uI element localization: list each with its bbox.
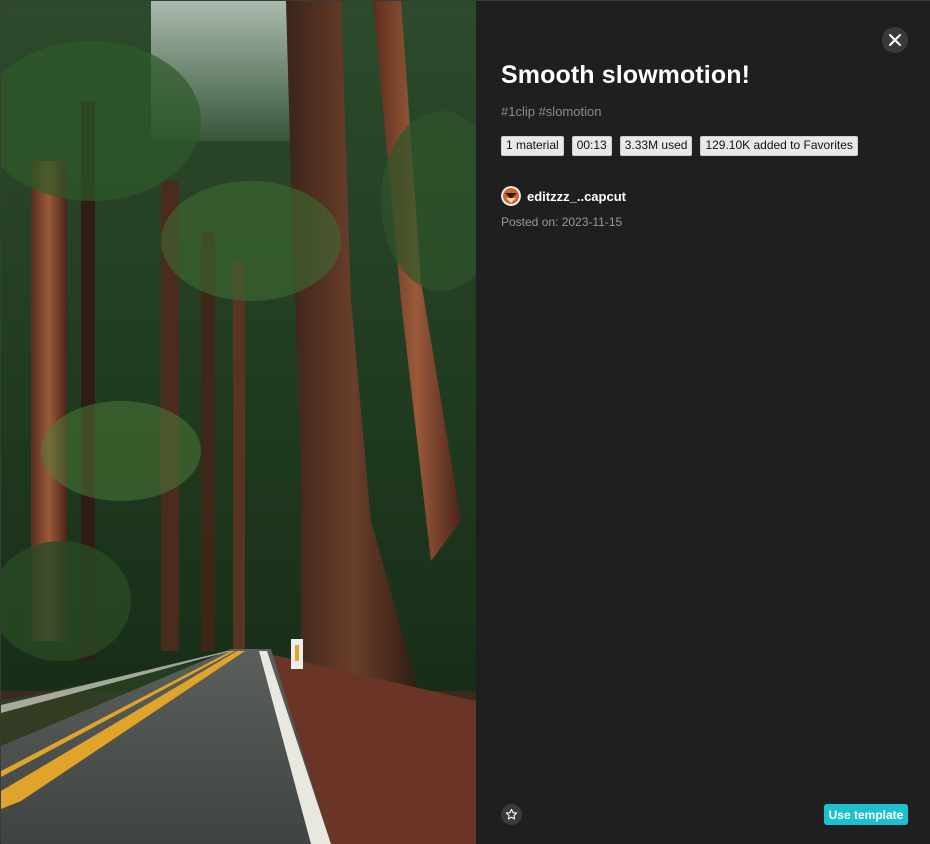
template-title: Smooth slowmotion! xyxy=(501,61,750,89)
use-template-button[interactable]: Use template xyxy=(824,804,908,825)
avatar-icon xyxy=(501,186,521,206)
template-tags: #1clip #slomotion xyxy=(501,104,602,119)
favorites-badge: 129.10K added to Favorites xyxy=(700,136,858,156)
star-icon xyxy=(505,808,518,820)
video-preview[interactable] xyxy=(1,1,476,844)
usage-badge: 3.33M used xyxy=(619,136,693,156)
author-name[interactable]: editzzz_..capcut xyxy=(527,189,626,204)
favorite-button[interactable] xyxy=(501,804,522,825)
close-button[interactable] xyxy=(882,27,908,53)
close-icon xyxy=(889,34,901,46)
template-info-panel: Smooth slowmotion! #1clip #slomotion 1 m… xyxy=(476,1,930,844)
materials-badge: 1 material xyxy=(501,136,564,156)
posted-date: Posted on: 2023-11-15 xyxy=(501,215,623,229)
template-stats: 1 material 00:13 3.33M used 129.10K adde… xyxy=(501,136,858,156)
template-detail-dialog: Smooth slowmotion! #1clip #slomotion 1 m… xyxy=(0,0,930,844)
forest-road-image xyxy=(1,1,476,844)
duration-badge: 00:13 xyxy=(571,136,612,156)
author-row[interactable]: editzzz_..capcut xyxy=(501,186,626,206)
